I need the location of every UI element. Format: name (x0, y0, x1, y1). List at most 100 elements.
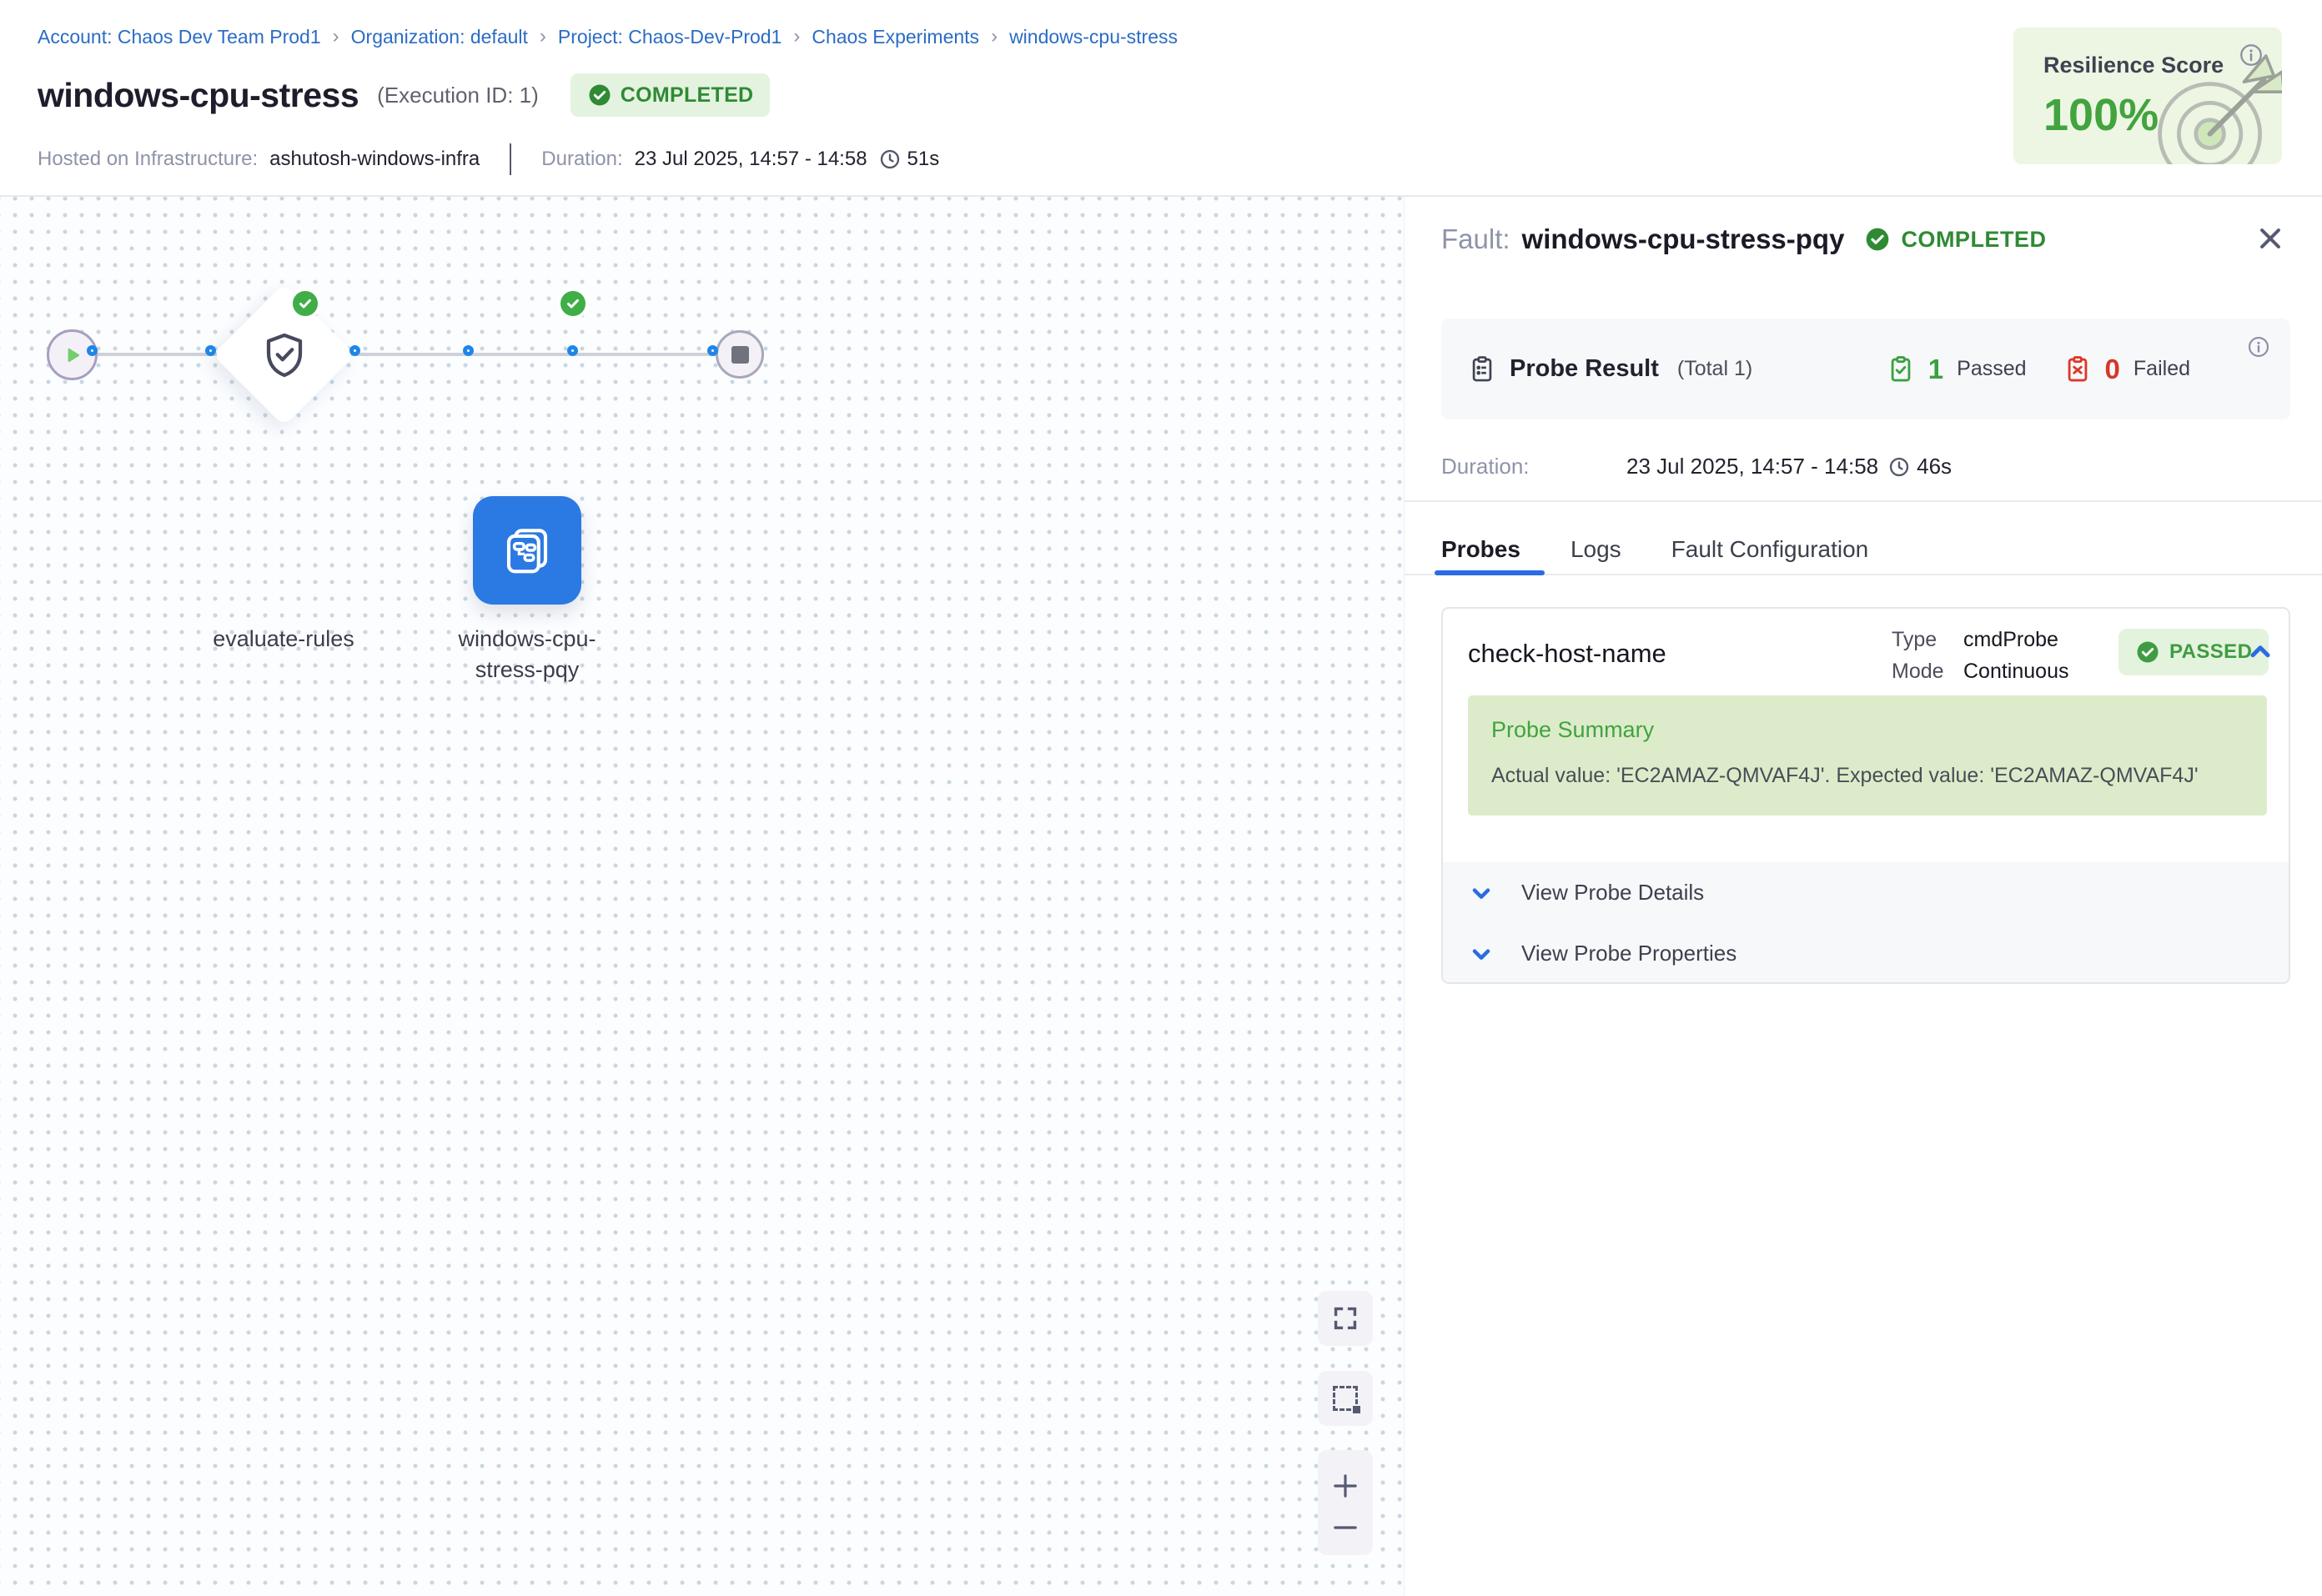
failed-clipboard-icon (2063, 355, 2092, 384)
check-circle-icon (587, 83, 612, 108)
divider (510, 143, 511, 175)
breadcrumb-experiments-link[interactable]: Chaos Experiments (812, 26, 979, 48)
probe-result-label: Probe Result (1510, 355, 1659, 383)
chaos-experiment-page: Account: Chaos Dev Team Prod1 › Organiza… (0, 0, 2322, 1596)
connector-port[interactable] (87, 345, 98, 356)
zoom-in-button[interactable] (1331, 1472, 1360, 1500)
check-circle-icon (1864, 226, 1891, 253)
active-tab-indicator (1435, 570, 1545, 575)
fullscreen-button[interactable] (1318, 1291, 1373, 1346)
pipeline-canvas[interactable]: evaluate-rules windows-cpu-stress-pqy (0, 197, 1404, 1596)
zoom-control (1318, 1450, 1373, 1555)
fault-status-text: COMPLETED (1901, 227, 2046, 253)
breadcrumb-separator: › (991, 25, 998, 48)
connector-port[interactable] (707, 345, 718, 356)
fault-duration-value: 23 Jul 2025, 14:57 - 14:58 (1626, 454, 1878, 479)
clock-icon (879, 148, 901, 170)
success-badge-icon (289, 288, 321, 319)
stop-icon (731, 346, 749, 364)
probe-result-total: (Total 1) (1677, 357, 1752, 381)
zoom-out-button[interactable] (1331, 1522, 1360, 1533)
view-probe-details-toggle[interactable]: View Probe Details (1443, 862, 2289, 923)
passed-clipboard-icon (1887, 355, 1915, 384)
divider (1405, 500, 2322, 502)
view-probe-details-label: View Probe Details (1521, 880, 1704, 906)
fault-status-badge: COMPLETED (1864, 226, 2046, 253)
resilience-score-value: 100% (2043, 89, 2159, 141)
connector-port[interactable] (205, 345, 216, 356)
breadcrumb-separator: › (333, 25, 339, 48)
fault-title-label: Fault: (1441, 223, 1510, 255)
probe-summary-box: Probe Summary Actual value: 'EC2AMAZ-QMV… (1468, 695, 2267, 816)
connector-port[interactable] (349, 345, 360, 356)
chaos-node-label: windows-cpu-stress-pqy (450, 624, 604, 685)
windows-cpu-stress-node[interactable] (473, 496, 581, 605)
check-circle-icon (2135, 640, 2160, 665)
hosted-label: Hosted on Infrastructure: (38, 148, 258, 171)
probe-type-label: Type (1892, 624, 1963, 655)
probe-summary-text: Actual value: 'EC2AMAZ-QMVAF4J'. Expecte… (1491, 764, 2199, 788)
fullscreen-icon (1332, 1305, 1359, 1332)
connector-port[interactable] (567, 345, 578, 356)
breadcrumb-current-link[interactable]: windows-cpu-stress (1009, 26, 1178, 48)
breadcrumb-project-link[interactable]: Project: Chaos-Dev-Prod1 (558, 26, 782, 48)
close-icon (2256, 224, 2284, 253)
execution-id: (Execution ID: 1) (377, 83, 539, 108)
fault-duration-label: Duration: (1441, 454, 1626, 479)
fault-duration-elapsed: 46s (1917, 454, 1952, 479)
probe-mode-label: Mode (1892, 655, 1963, 687)
breadcrumb-org-link[interactable]: Organization: default (351, 26, 528, 48)
fault-duration-row: Duration: 23 Jul 2025, 14:57 - 14:58 46s (1441, 454, 1962, 479)
hosted-value: ashutosh-windows-infra (269, 148, 480, 171)
breadcrumb-account-link[interactable]: Account: Chaos Dev Team Prod1 (38, 26, 321, 48)
probe-mode-value: Continuous (1963, 655, 2068, 687)
fault-details-panel: Fault: windows-cpu-stress-pqy COMPLETED (1404, 197, 2322, 1596)
page-title: windows-cpu-stress (38, 76, 359, 115)
probe-result-summary: Probe Result (Total 1) 1 Passed (1441, 319, 2290, 419)
info-icon[interactable] (2247, 335, 2270, 359)
pipeline-end-node[interactable] (716, 330, 764, 379)
marquee-select-icon (1333, 1386, 1358, 1411)
breadcrumb-separator: › (540, 25, 546, 48)
duration-value: 23 Jul 2025, 14:57 - 14:58 (635, 148, 867, 171)
chevron-down-icon (1468, 941, 1495, 967)
view-probe-properties-toggle[interactable]: View Probe Properties (1443, 923, 2289, 984)
fault-title: windows-cpu-stress-pqy (1522, 223, 1845, 255)
failed-label: Failed (2134, 357, 2190, 381)
connector-port[interactable] (463, 345, 474, 356)
duration-elapsed: 51s (907, 148, 940, 171)
probe-type-value: cmdProbe (1963, 624, 2058, 655)
breadcrumb: Account: Chaos Dev Team Prod1 › Organiza… (38, 25, 1178, 48)
collapse-chevron-up-icon[interactable] (2245, 637, 2275, 667)
chevron-down-icon (1468, 880, 1495, 906)
probe-card: check-host-name Type cmdProbe Mode Conti… (1441, 607, 2290, 984)
probe-status-text: PASSED (2169, 640, 2252, 664)
probe-summary-title: Probe Summary (1491, 717, 1654, 743)
tab-logs[interactable]: Logs (1571, 536, 1621, 563)
chaos-experiment-icon (500, 523, 555, 578)
clock-icon (1888, 456, 1910, 478)
play-icon (62, 344, 83, 366)
clipboard-icon (1468, 355, 1496, 384)
probe-name: check-host-name (1468, 639, 1666, 669)
passed-label: Passed (1957, 357, 2026, 381)
success-badge-icon (557, 288, 589, 319)
marquee-select-button[interactable] (1318, 1371, 1373, 1426)
view-probe-properties-label: View Probe Properties (1521, 941, 1736, 966)
probe-card-footer: View Probe Details View Probe Properties (1443, 862, 2289, 984)
duration-label: Duration: (541, 148, 622, 171)
evaluate-rules-label: evaluate-rules (175, 624, 392, 655)
experiment-status-badge: COMPLETED (570, 73, 771, 117)
tab-fault-configuration[interactable]: Fault Configuration (1671, 536, 1869, 563)
failed-count: 0 (2105, 354, 2120, 385)
shield-check-icon (259, 330, 309, 380)
page-header: Account: Chaos Dev Team Prod1 › Organiza… (0, 0, 2322, 197)
resilience-score-card: Resilience Score 100% (2013, 28, 2282, 164)
fault-panel-tabs: Probes Logs Fault Configuration (1441, 524, 1868, 575)
passed-count: 1 (1928, 354, 1943, 385)
tab-probes[interactable]: Probes (1441, 536, 1520, 563)
experiment-status-text: COMPLETED (621, 83, 754, 108)
close-panel-button[interactable] (2254, 222, 2287, 255)
pipeline-edge (72, 353, 740, 356)
breadcrumb-separator: › (793, 25, 800, 48)
